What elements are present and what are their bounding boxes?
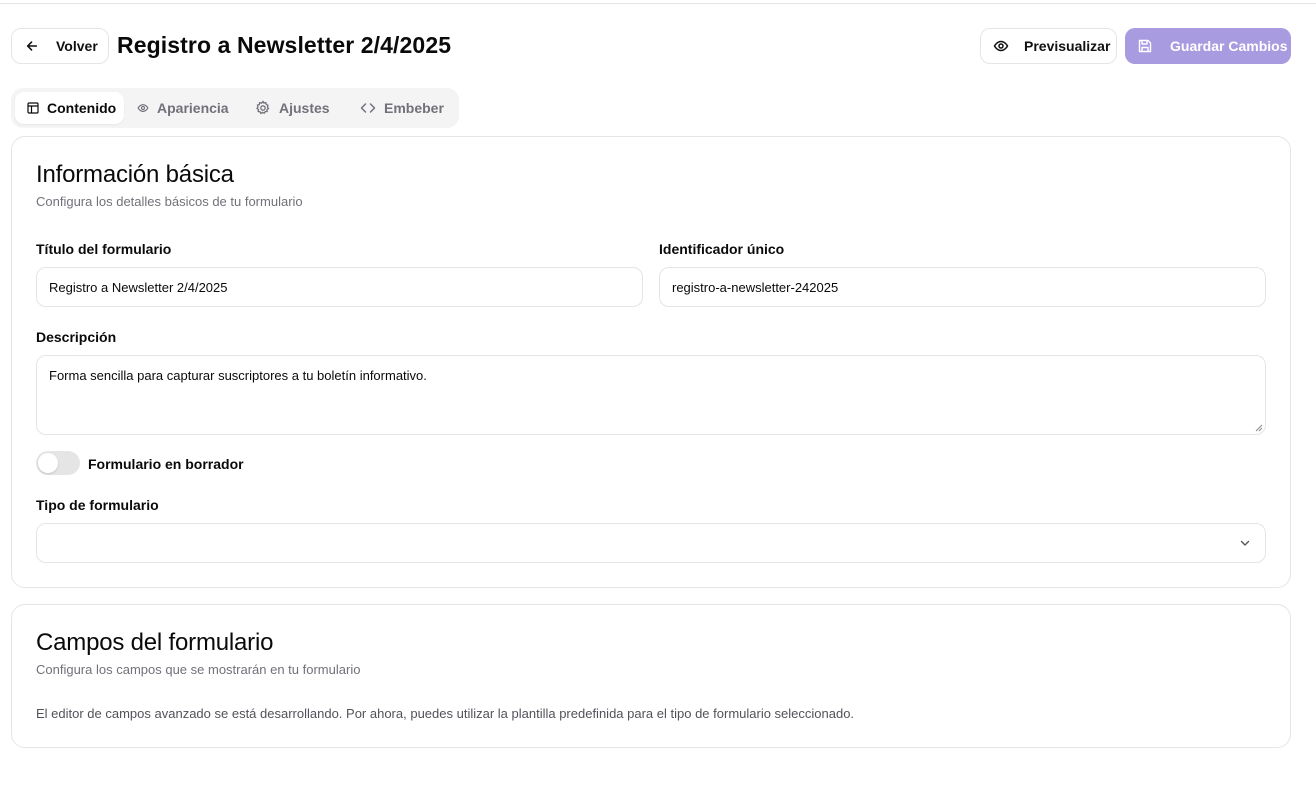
tab-label: Ajustes bbox=[279, 100, 330, 116]
fields-editor-note: El editor de campos avanzado se está des… bbox=[36, 706, 855, 721]
card-title: Información básica bbox=[36, 161, 234, 188]
toggle-knob bbox=[38, 453, 58, 473]
save-button[interactable]: Guardar Cambios bbox=[1125, 28, 1291, 64]
card-title: Campos del formulario bbox=[36, 629, 274, 656]
arrow-left-icon bbox=[26, 41, 38, 51]
form-type-label: Tipo de formulario bbox=[36, 497, 159, 513]
tab-contenido[interactable]: Contenido bbox=[15, 92, 124, 124]
tab-ajustes[interactable]: Ajustes bbox=[243, 92, 337, 124]
tab-embeber[interactable]: Embeber bbox=[348, 92, 454, 124]
form-type-select[interactable] bbox=[36, 523, 1266, 563]
save-button-label: Guardar Cambios bbox=[1170, 38, 1288, 54]
form-title-input[interactable]: Registro a Newsletter 2/4/2025 bbox=[36, 267, 643, 307]
gear-icon bbox=[256, 100, 270, 115]
description-textarea[interactable]: Forma sencilla para capturar suscriptore… bbox=[36, 355, 1266, 435]
description-label: Descripción bbox=[36, 329, 117, 345]
basic-info-card: Información básica Configura los detalle… bbox=[11, 136, 1291, 588]
tab-label: Apariencia bbox=[157, 100, 229, 116]
draft-toggle[interactable] bbox=[36, 451, 80, 475]
tab-apariencia[interactable]: Apariencia bbox=[125, 92, 231, 124]
preview-button-label: Previsualizar bbox=[1024, 38, 1111, 54]
tab-bar: Contenido Apariencia Ajustes Embeber bbox=[11, 88, 459, 128]
slug-input[interactable]: registro-a-newsletter-242025 bbox=[659, 267, 1266, 307]
chevron-down-icon bbox=[1240, 540, 1250, 546]
tab-label: Embeber bbox=[384, 100, 444, 116]
slug-label: Identificador único bbox=[659, 241, 785, 257]
top-divider bbox=[0, 3, 1316, 4]
page-title: Registro a Newsletter 2/4/2025 bbox=[117, 32, 452, 58]
code-icon bbox=[360, 103, 376, 113]
draft-toggle-label: Formulario en borrador bbox=[88, 456, 244, 472]
card-subtitle: Configura los detalles básicos de tu for… bbox=[36, 194, 303, 209]
form-fields-card: Campos del formulario Configura los camp… bbox=[11, 604, 1291, 748]
resize-handle-icon[interactable] bbox=[1255, 424, 1263, 432]
card-subtitle: Configura los campos que se mostrarán en… bbox=[36, 662, 361, 677]
back-button-label: Volver bbox=[56, 38, 98, 54]
preview-button[interactable]: Previsualizar bbox=[980, 28, 1117, 64]
back-button[interactable]: Volver bbox=[11, 28, 109, 64]
description-value: Forma sencilla para capturar suscriptore… bbox=[49, 368, 427, 383]
save-icon bbox=[1138, 39, 1152, 53]
page-header: Volver Registro a Newsletter 2/4/2025 Pr… bbox=[11, 28, 1291, 64]
tab-label: Contenido bbox=[47, 100, 117, 116]
layout-icon bbox=[27, 102, 39, 114]
form-title-label: Título del formulario bbox=[36, 241, 172, 257]
eye-icon bbox=[993, 40, 1009, 52]
eye-icon bbox=[137, 104, 149, 112]
